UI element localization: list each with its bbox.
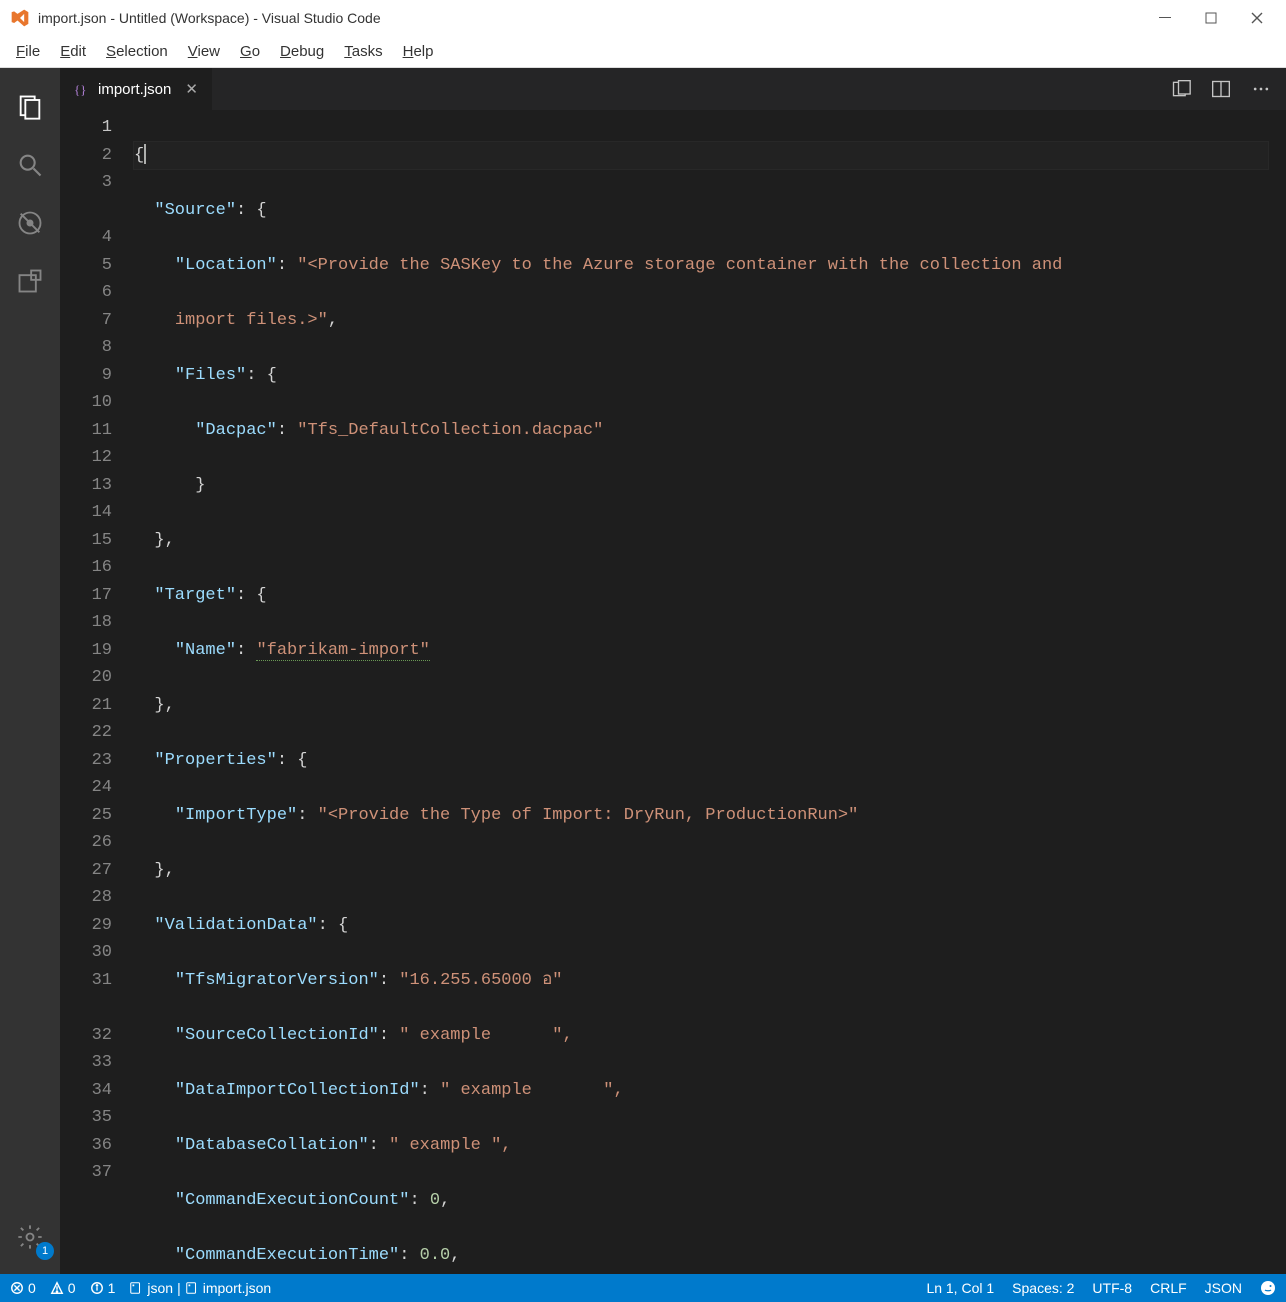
- status-lang[interactable]: JSON: [1205, 1280, 1242, 1296]
- tab-close-icon[interactable]: ✕: [185, 80, 198, 98]
- menu-go[interactable]: Go: [230, 39, 270, 64]
- debug-icon[interactable]: [0, 194, 60, 252]
- menu-selection[interactable]: Selection: [96, 39, 178, 64]
- menu-view[interactable]: View: [178, 39, 230, 64]
- menu-help[interactable]: Help: [393, 39, 444, 64]
- explorer-icon[interactable]: [0, 78, 60, 136]
- status-errors[interactable]: 0: [10, 1280, 36, 1296]
- window-title: import.json - Untitled (Workspace) - Vis…: [38, 10, 1142, 26]
- status-eol[interactable]: CRLF: [1150, 1280, 1187, 1296]
- settings-badge: 1: [36, 1242, 54, 1260]
- menu-debug[interactable]: Debug: [270, 39, 334, 64]
- tabbar: {} import.json ✕: [60, 68, 1286, 110]
- feedback-icon[interactable]: [1260, 1280, 1276, 1296]
- status-info[interactable]: 1: [90, 1280, 116, 1296]
- status-encoding[interactable]: UTF-8: [1092, 1280, 1132, 1296]
- svg-text:{}: {}: [74, 82, 86, 97]
- settings-icon[interactable]: 1: [0, 1208, 60, 1266]
- main: 1 {} import.json ✕: [0, 68, 1286, 1274]
- json-icon: {}: [74, 81, 90, 97]
- more-actions-icon[interactable]: [1250, 78, 1272, 100]
- editor-body[interactable]: 1 23 4567 891011 12131415 16171819 20212…: [60, 110, 1286, 1274]
- line-numbers: 1 23 4567 891011 12131415 16171819 20212…: [60, 110, 134, 1274]
- close-button[interactable]: [1234, 0, 1280, 36]
- code-content[interactable]: { "Source": { "Location": "<Provide the …: [134, 110, 1268, 1274]
- tab-import-json[interactable]: {} import.json ✕: [60, 68, 213, 110]
- menu-edit[interactable]: Edit: [50, 39, 96, 64]
- breadcrumb[interactable]: json | import.json: [129, 1280, 271, 1296]
- editor-area: {} import.json ✕ 1 23: [60, 68, 1286, 1274]
- activitybar: 1: [0, 68, 60, 1274]
- maximize-button[interactable]: [1188, 0, 1234, 36]
- menu-file[interactable]: File: [6, 39, 50, 64]
- compare-changes-icon[interactable]: [1170, 78, 1192, 100]
- menubar: File Edit Selection View Go Debug Tasks …: [0, 36, 1286, 68]
- menu-tasks[interactable]: Tasks: [334, 39, 392, 64]
- status-spaces[interactable]: Spaces: 2: [1012, 1280, 1074, 1296]
- titlebar: import.json - Untitled (Workspace) - Vis…: [0, 0, 1286, 36]
- vscode-icon: [10, 8, 30, 28]
- tab-label: import.json: [98, 81, 171, 98]
- status-lncol[interactable]: Ln 1, Col 1: [926, 1280, 994, 1296]
- search-icon[interactable]: [0, 136, 60, 194]
- minimap[interactable]: [1268, 110, 1286, 1274]
- statusbar: 0 0 1 json | import.json Ln 1, Col 1 Spa…: [0, 1274, 1286, 1302]
- minimize-button[interactable]: [1142, 0, 1188, 36]
- extensions-icon[interactable]: [0, 252, 60, 310]
- status-warnings[interactable]: 0: [50, 1280, 76, 1296]
- split-editor-icon[interactable]: [1210, 78, 1232, 100]
